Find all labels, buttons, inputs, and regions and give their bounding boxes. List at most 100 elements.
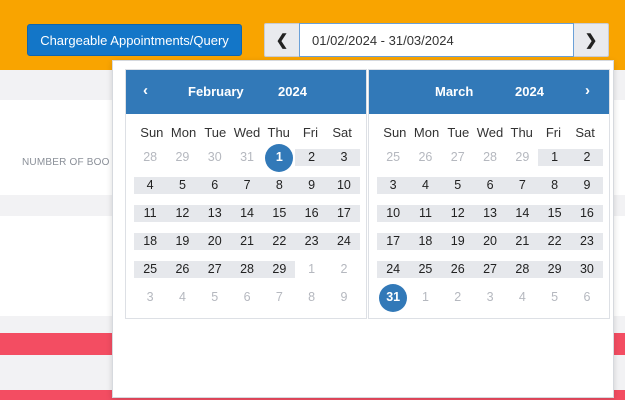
day-cell[interactable]: 18 — [409, 233, 442, 250]
day-cell[interactable]: 5 — [441, 177, 474, 194]
day-cell[interactable]: 27 — [198, 261, 231, 278]
day-cell[interactable]: 25 — [134, 261, 167, 278]
day-cell[interactable]: 29 — [263, 261, 296, 278]
day-cell[interactable]: 1 — [295, 261, 327, 278]
day-cell[interactable]: 10 — [377, 205, 410, 222]
day-cell[interactable]: 20 — [473, 233, 507, 250]
day-cell[interactable]: 29 — [506, 149, 538, 166]
day-cell[interactable]: 2 — [442, 289, 474, 306]
day-cell[interactable]: 21 — [230, 233, 264, 250]
day-cell[interactable]: 2 — [295, 149, 328, 166]
chevron-left-icon[interactable]: ‹ — [143, 82, 148, 99]
day-cell[interactable]: 10 — [327, 177, 361, 194]
day-number: 3 — [146, 290, 154, 304]
selected-day-cell[interactable]: 31 — [377, 289, 409, 306]
day-cell[interactable]: 15 — [263, 205, 296, 222]
day-cell[interactable]: 24 — [377, 261, 410, 278]
day-cell[interactable]: 21 — [506, 233, 539, 250]
day-cell[interactable]: 26 — [409, 149, 441, 166]
day-cell[interactable]: 28 — [506, 261, 539, 278]
day-cell[interactable]: 12 — [441, 205, 474, 222]
day-cell[interactable]: 8 — [295, 289, 327, 306]
day-cell[interactable]: 27 — [442, 149, 474, 166]
day-number: 4 — [421, 178, 429, 192]
day-cell[interactable]: 6 — [473, 177, 507, 194]
day-cell[interactable]: 9 — [570, 177, 604, 194]
day-cell[interactable]: 1 — [409, 289, 441, 306]
day-cell[interactable]: 18 — [134, 233, 167, 250]
day-cell[interactable]: 4 — [506, 289, 538, 306]
day-cell[interactable]: 2 — [570, 149, 604, 166]
day-cell[interactable]: 5 — [199, 289, 231, 306]
day-number: 23 — [304, 234, 319, 248]
day-cell[interactable]: 15 — [538, 205, 571, 222]
day-cell[interactable]: 29 — [166, 149, 198, 166]
day-cell[interactable]: 6 — [198, 177, 231, 194]
day-cell[interactable]: 3 — [474, 289, 506, 306]
day-cell[interactable]: 14 — [230, 205, 264, 222]
day-cell[interactable]: 13 — [198, 205, 231, 222]
day-cell[interactable]: 24 — [327, 233, 361, 250]
day-cell[interactable]: 4 — [134, 177, 167, 194]
day-number: 30 — [207, 150, 222, 164]
day-cell[interactable]: 23 — [295, 233, 328, 250]
day-number: 22 — [547, 234, 562, 248]
day-cell[interactable]: 2 — [328, 261, 360, 278]
day-cell[interactable]: 13 — [473, 205, 507, 222]
day-cell[interactable]: 17 — [327, 205, 361, 222]
chargeable-appointments-query-button[interactable]: Chargeable Appointments/Query — [27, 24, 242, 56]
day-cell[interactable]: 28 — [474, 149, 506, 166]
calendar-header: March 2024 › — [369, 70, 609, 114]
day-cell[interactable]: 28 — [230, 261, 264, 278]
day-cell[interactable]: 8 — [263, 177, 296, 194]
day-cell[interactable]: 11 — [409, 205, 442, 222]
day-cell[interactable]: 4 — [166, 289, 198, 306]
day-cell[interactable]: 16 — [570, 205, 604, 222]
day-cell[interactable]: 7 — [230, 177, 264, 194]
day-cell[interactable]: 6 — [231, 289, 263, 306]
day-cell[interactable]: 19 — [441, 233, 474, 250]
day-cell[interactable]: 12 — [166, 205, 199, 222]
day-cell[interactable]: 17 — [377, 233, 410, 250]
day-cell[interactable]: 11 — [134, 205, 167, 222]
month-label: February — [188, 84, 244, 99]
day-cell[interactable]: 16 — [295, 205, 328, 222]
day-cell[interactable]: 4 — [409, 177, 442, 194]
day-cell[interactable]: 28 — [134, 149, 166, 166]
day-cell[interactable]: 3 — [134, 289, 166, 306]
day-cell[interactable]: 23 — [570, 233, 604, 250]
day-cell[interactable]: 29 — [538, 261, 571, 278]
chevron-right-icon[interactable]: › — [585, 82, 590, 99]
day-cell[interactable]: 5 — [538, 289, 570, 306]
day-cell[interactable]: 30 — [199, 149, 231, 166]
day-cell[interactable]: 7 — [506, 177, 539, 194]
day-cell[interactable]: 30 — [570, 261, 604, 278]
day-cell[interactable]: 5 — [166, 177, 199, 194]
day-cell[interactable]: 9 — [295, 177, 328, 194]
day-cell[interactable]: 14 — [506, 205, 539, 222]
day-cell[interactable]: 26 — [441, 261, 474, 278]
day-cell[interactable]: 19 — [166, 233, 199, 250]
day-cell[interactable]: 3 — [327, 149, 361, 166]
day-number: 9 — [308, 178, 316, 192]
selected-day-cell[interactable]: 1 — [263, 149, 295, 166]
day-cell[interactable]: 22 — [263, 233, 296, 250]
day-cell[interactable]: 9 — [328, 289, 360, 306]
day-cell[interactable]: 20 — [198, 233, 231, 250]
chevron-left-icon[interactable]: ❮ — [265, 24, 299, 56]
day-number: 23 — [579, 234, 594, 248]
chevron-right-icon[interactable]: ❯ — [574, 24, 608, 56]
day-cell[interactable]: 3 — [377, 177, 410, 194]
day-cell[interactable]: 8 — [538, 177, 571, 194]
day-cell[interactable]: 31 — [231, 149, 263, 166]
date-range-input[interactable] — [299, 23, 574, 57]
day-cell[interactable]: 7 — [263, 289, 295, 306]
day-cell[interactable]: 25 — [409, 261, 442, 278]
day-cell[interactable]: 22 — [538, 233, 571, 250]
day-cell[interactable]: 6 — [571, 289, 603, 306]
day-cell[interactable]: 1 — [538, 149, 571, 166]
day-number: 17 — [336, 206, 351, 220]
day-cell[interactable]: 25 — [377, 149, 409, 166]
day-cell[interactable]: 27 — [473, 261, 507, 278]
day-cell[interactable]: 26 — [166, 261, 199, 278]
